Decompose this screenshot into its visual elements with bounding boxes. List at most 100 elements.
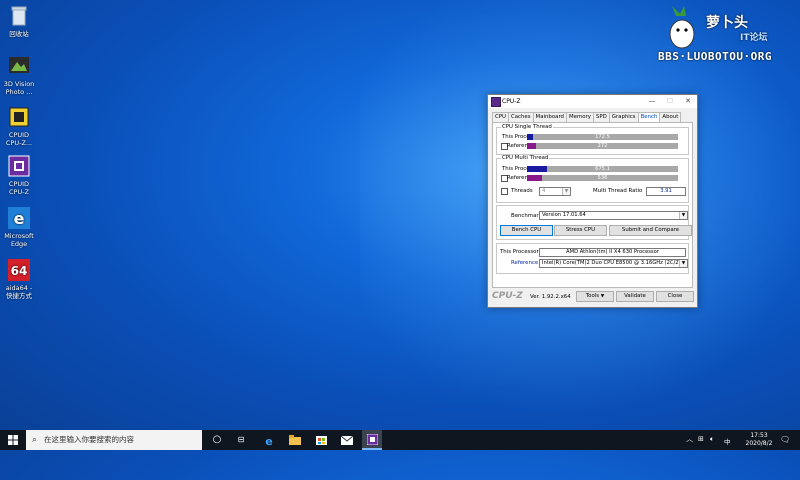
notification-icon[interactable]: 🗨︎ xyxy=(780,435,790,444)
benchmark-version-value: Version 17.01.64 xyxy=(542,212,586,218)
show-hidden-icons-icon[interactable]: ︿ xyxy=(686,434,693,444)
multi-this-value: 675.1 xyxy=(595,166,610,172)
multi-ref-row: Reference 536 xyxy=(501,174,684,182)
desktop-icon-cpuid-cpuz-2[interactable]: CPUID CPU-Z xyxy=(2,154,36,196)
submit-compare-button[interactable]: Submit and Compare xyxy=(609,225,692,236)
threads-checkbox[interactable] xyxy=(501,188,508,195)
close-button[interactable]: Close xyxy=(656,291,694,302)
recycle-bin-icon xyxy=(7,4,31,28)
desktop-icon-3d-vision[interactable]: 3D Vision Photo ... xyxy=(2,54,36,96)
version-text: Ver. 1.92.2.x64 xyxy=(530,294,571,300)
svg-text:64: 64 xyxy=(11,264,28,278)
chevron-down-icon: ▼ xyxy=(679,260,687,267)
volume-icon[interactable]: 🔈︎ xyxy=(710,435,714,444)
this-processor-value: AMD Athlon(tm) II X4 630 Processor xyxy=(539,248,686,257)
watermark-subtitle: IT论坛 xyxy=(740,33,768,43)
threads-value: 4 xyxy=(542,188,546,194)
watermark: 萝卜头 IT论坛 BBS·LUOBOTOU·ORG xyxy=(654,6,794,66)
bench-panel: CPU Single Thread This Processor 172.5 R… xyxy=(492,122,693,288)
aida64-icon: 64 xyxy=(7,258,31,282)
desktop-icon-recycle-bin[interactable]: 回收站 xyxy=(2,4,36,38)
multi-ref-bar: 536 xyxy=(527,175,678,181)
edge-icon: e xyxy=(7,206,31,230)
watermark-title: 萝卜头 xyxy=(706,15,748,31)
tab-graphics[interactable]: Graphics xyxy=(608,112,639,122)
watermark-url: BBS·LUOBOTOU·ORG xyxy=(658,50,772,63)
benchmark-version-select[interactable]: Version 17.01.64 ▼ xyxy=(539,211,688,220)
desktop-icon-label: 3D Vision Photo ... xyxy=(3,80,35,96)
ratio-label: Multi Thread Ratio xyxy=(593,188,643,194)
window-title: CPU-Z xyxy=(502,98,521,105)
desktop-icon-cpuid-cpuz-1[interactable]: CPUID CPU-Z... xyxy=(2,105,36,147)
multi-thread-group: CPU Multi Thread This Processor 675.1 Re… xyxy=(496,155,689,203)
close-window-button[interactable]: ✕ xyxy=(679,95,697,108)
search-icon: ⌕ xyxy=(32,435,38,445)
benchmark-group: Benchmark Version 17.01.64 ▼ Bench CPU S… xyxy=(496,205,692,240)
windows-logo-icon xyxy=(8,435,18,445)
single-this-row: This Processor 172.5 xyxy=(501,133,684,141)
search-placeholder: 在这里输入你要搜索的内容 xyxy=(44,435,134,444)
cortana-icon[interactable]: ○ xyxy=(210,430,224,450)
single-ref-row: Reference 272 xyxy=(501,142,684,150)
stress-cpu-button[interactable]: Stress CPU xyxy=(554,225,607,236)
benchmark-label: Benchmark xyxy=(511,213,542,219)
mail-icon[interactable] xyxy=(340,430,354,450)
multi-thread-title: CPU Multi Thread xyxy=(501,155,550,161)
desktop-icon-edge[interactable]: e Microsoft Edge xyxy=(2,206,36,248)
clock-date: 2020/8/2 xyxy=(745,440,773,447)
single-thread-title: CPU Single Thread xyxy=(501,124,553,130)
desktop-icon-aida64[interactable]: 64 aida64 - 快捷方式 xyxy=(2,258,36,300)
mascot-icon xyxy=(669,6,695,49)
multi-ref-value: 536 xyxy=(597,175,608,181)
desktop-icon-label: Microsoft Edge xyxy=(4,232,34,248)
tools-button[interactable]: Tools ▼ xyxy=(576,291,614,302)
chevron-down-icon: ▼ xyxy=(679,212,687,219)
3d-vision-photo-icon xyxy=(7,54,31,78)
edge-taskbar-icon[interactable]: e xyxy=(262,430,276,450)
tab-about[interactable]: About xyxy=(659,112,682,122)
multi-this-bar: 675.1 xyxy=(527,166,678,172)
store-icon[interactable] xyxy=(314,430,328,450)
start-button[interactable] xyxy=(4,430,22,450)
threads-select[interactable]: 4 ▼ xyxy=(539,187,571,196)
taskbar-search-box[interactable]: ⌕ 在这里输入你要搜索的内容 xyxy=(26,430,202,450)
taskbar: ⌕ 在这里输入你要搜索的内容 ○ ⊟ e ︿ ⊞ 🔈︎ 中 17:53 2020… xyxy=(0,430,800,450)
window-titlebar[interactable]: CPU-Z — ☐ ✕ xyxy=(488,95,697,108)
network-icon[interactable]: ⊞ xyxy=(698,435,704,443)
tab-bar: CPU Caches Mainboard Memory SPD Graphics… xyxy=(492,112,693,123)
processor-group: This Processor AMD Athlon(tm) II X4 630 … xyxy=(496,243,689,274)
cpuz-app-icon xyxy=(491,97,501,107)
ratio-value: 3.91 xyxy=(646,187,686,196)
cpuz-taskbar-icon[interactable] xyxy=(362,430,382,450)
desktop-icon-label: aida64 - 快捷方式 xyxy=(5,284,33,300)
file-explorer-icon[interactable] xyxy=(288,430,302,450)
single-ref-value: 272 xyxy=(597,143,608,149)
single-this-bar: 172.5 xyxy=(527,134,678,140)
maximize-button[interactable]: ☐ xyxy=(661,95,679,108)
dropdown-arrow-icon: ▼ xyxy=(600,294,605,299)
task-view-icon[interactable]: ⊟ xyxy=(234,430,248,450)
clock[interactable]: 17:53 2020/8/2 xyxy=(744,432,774,448)
ime-indicator[interactable]: 中 xyxy=(724,436,731,446)
reference-select[interactable]: Intel(R) Core(TM)2 Duo CPU E8500 @ 3.16G… xyxy=(539,259,688,268)
single-thread-group: CPU Single Thread This Processor 172.5 R… xyxy=(496,124,689,155)
chevron-down-icon: ▼ xyxy=(562,188,570,195)
tab-memory[interactable]: Memory xyxy=(565,112,594,122)
tab-caches[interactable]: Caches xyxy=(507,112,534,122)
cpuz-logo: CPU-Z xyxy=(492,291,523,301)
minimize-button[interactable]: — xyxy=(643,95,661,108)
tab-cpu[interactable]: CPU xyxy=(492,112,509,122)
threads-label: Threads xyxy=(511,188,533,194)
tab-spd[interactable]: SPD xyxy=(592,112,610,122)
tools-label: Tools xyxy=(585,293,600,299)
reference-label: Reference xyxy=(511,260,539,266)
single-ref-bar: 272 xyxy=(527,143,678,149)
window-footer: CPU-Z Ver. 1.92.2.x64 Tools ▼ Validate C… xyxy=(488,287,697,307)
tab-mainboard[interactable]: Mainboard xyxy=(532,112,567,122)
validate-button[interactable]: Validate xyxy=(616,291,654,302)
bench-cpu-button[interactable]: Bench CPU xyxy=(500,225,553,236)
desktop-icon-label: CPUID CPU-Z... xyxy=(5,131,33,147)
reference-value: Intel(R) Core(TM)2 Duo CPU E8500 @ 3.16G… xyxy=(542,260,684,266)
svg-text:e: e xyxy=(14,209,25,228)
desktop-icon-label: 回收站 xyxy=(9,30,29,38)
